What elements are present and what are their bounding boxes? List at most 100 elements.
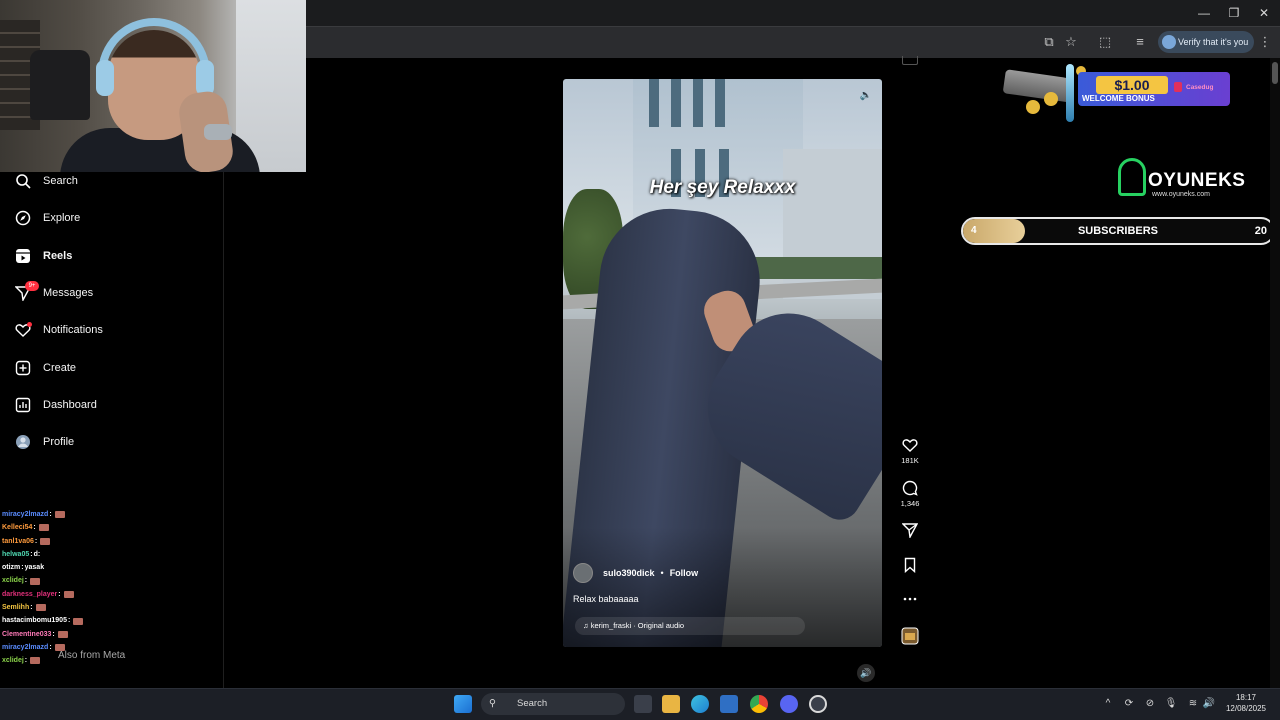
chat-username: miracy2lmazd — [2, 643, 49, 651]
sidebar-item-reels[interactable]: Reels — [14, 244, 72, 268]
speaker-icon[interactable]: 🔊 — [1202, 697, 1216, 711]
promo-brand: Casedug — [1186, 84, 1214, 91]
promo-banner: $1.00 WELCOME BONUS Casedug — [1002, 64, 1230, 122]
chat-separator: : — [49, 643, 52, 651]
casedug-logo-icon — [1174, 82, 1182, 92]
chat-separator: : — [24, 577, 28, 585]
file-explorer-icon[interactable] — [662, 695, 680, 713]
chat-emote-icon — [63, 590, 74, 598]
edge-icon[interactable] — [691, 695, 709, 713]
speaker-icon[interactable]: 🔈 — [859, 89, 873, 103]
chat-username: otizm — [2, 564, 21, 572]
taskbar-search-label: Search — [517, 698, 548, 709]
sidebar-item-label: Search — [43, 175, 78, 187]
wifi-icon[interactable]: ≋ — [1186, 697, 1200, 711]
more-options-button[interactable] — [898, 594, 922, 604]
discord-icon[interactable] — [780, 695, 798, 713]
store-icon[interactable] — [720, 695, 738, 713]
sidebar-item-messages[interactable]: 9+ Messages — [14, 281, 93, 305]
windows-start-icon[interactable] — [454, 695, 472, 713]
previous-reel-edge — [902, 56, 918, 65]
sidebar-item-explore[interactable]: Explore — [14, 206, 80, 230]
verify-identity-button[interactable]: Verify that it's you — [1158, 31, 1254, 53]
search-icon: ⚲ — [489, 698, 496, 709]
bonus-label: WELCOME BONUS — [1082, 94, 1155, 103]
audio-thumbnail[interactable] — [898, 627, 922, 645]
tray-expand-icon[interactable]: ^ — [1101, 697, 1115, 711]
chat-separator: : — [33, 524, 36, 532]
author-avatar[interactable] — [573, 563, 593, 583]
music-note-icon: ♫ — [583, 621, 591, 630]
chat-username: xclidej — [2, 657, 24, 665]
browser-menu-icon[interactable]: ⋮ — [1256, 33, 1274, 51]
share-button[interactable] — [898, 522, 922, 538]
sidebar-item-notifications[interactable]: Notifications — [14, 318, 103, 342]
chat-username: Kelleci54 — [2, 524, 33, 532]
install-app-icon[interactable]: ⧉ — [1040, 33, 1058, 51]
like-button[interactable]: 181K — [898, 437, 922, 465]
chat-emote-icon — [54, 511, 65, 519]
follow-button[interactable]: Follow — [670, 568, 699, 578]
sidebar-item-search[interactable]: Search — [14, 169, 78, 193]
scrollbar-thumb[interactable] — [1272, 62, 1278, 84]
sidebar-item-label: Messages — [43, 287, 94, 299]
coin-graphic — [1044, 92, 1058, 106]
reels-icon — [14, 247, 32, 265]
taskbar-search[interactable]: ⚲ Search — [481, 693, 625, 715]
avatar-icon — [14, 433, 32, 451]
tray-sync-icon[interactable]: ⟳ — [1122, 697, 1136, 711]
reel-overlay-text: Her şey Relaxxx — [649, 177, 796, 198]
task-view-icon[interactable] — [634, 695, 652, 713]
reel-audio-link[interactable]: ♫ kerim_fraski · Original audio — [575, 617, 805, 635]
tray-muted-icon[interactable]: ⊘ — [1143, 697, 1157, 711]
author-username[interactable]: sulo390dick — [603, 568, 655, 578]
comment-button[interactable]: 1,346 — [898, 480, 922, 508]
tray-mic-icon[interactable]: 🎙 — [1164, 697, 1178, 711]
chat-message: tanl1va06 : — [2, 535, 202, 548]
messenger-icon: 9+ — [14, 281, 39, 302]
close-button[interactable]: ✕ — [1254, 4, 1274, 22]
minimize-button[interactable]: — — [1194, 4, 1214, 22]
chat-emote-icon — [73, 617, 84, 625]
sidebar-item-create[interactable]: Create — [14, 356, 76, 380]
webcam-earcup-left — [96, 60, 114, 96]
unread-badge: 9+ — [25, 281, 39, 291]
webcam-overlay — [0, 0, 306, 172]
chat-separator: : — [58, 590, 61, 598]
media-controls-icon[interactable]: ≡ — [1131, 33, 1149, 51]
chat-message: xclidej : — [2, 574, 202, 587]
reel-video[interactable]: Her şey Relaxxx 🔈 sulo390dick • Follow R… — [563, 79, 882, 647]
chat-message: darkness_player : — [2, 588, 202, 601]
chart-icon — [14, 396, 32, 414]
taskbar-clock[interactable]: 18:17 12/08/2025 — [1222, 692, 1270, 714]
chat-emote-icon — [38, 524, 49, 532]
chat-message: Clementine033 : — [2, 628, 202, 641]
chat-username: darkness_player — [2, 590, 58, 598]
webcam-watch — [204, 124, 232, 140]
sidebar-item-dashboard[interactable]: Dashboard — [14, 393, 97, 417]
sponsor-url: www.oyuneks.com — [1152, 191, 1210, 198]
chat-emote-icon — [54, 644, 65, 652]
chat-message: otizm : yasak — [2, 561, 202, 574]
extensions-icon[interactable]: ⬚ — [1096, 33, 1114, 51]
chrome-icon[interactable] — [750, 695, 768, 713]
chat-separator: : — [30, 604, 33, 612]
chat-emote-icon — [57, 630, 68, 638]
volume-icon[interactable]: 🔊 — [857, 664, 875, 682]
bonus-amount: $1.00 — [1096, 76, 1168, 94]
mascot-icon — [1118, 158, 1146, 196]
more-dots-icon — [903, 597, 917, 601]
save-button[interactable] — [898, 557, 922, 573]
bookmark-star-icon[interactable]: ☆ — [1062, 33, 1080, 51]
maximize-button[interactable]: ❐ — [1224, 4, 1244, 22]
chat-username: Clementine033 — [2, 630, 52, 638]
page-scrollbar[interactable] — [1270, 58, 1280, 688]
sidebar-item-label: Reels — [43, 250, 73, 262]
comment-icon — [902, 480, 918, 496]
chat-separator: : — [21, 564, 24, 572]
app-icon[interactable] — [809, 695, 827, 713]
sidebar-item-label: Profile — [43, 436, 75, 448]
subscriber-goal-bar: 4 SUBSCRIBERS 20 — [961, 217, 1275, 245]
webcam-headphone — [98, 18, 210, 88]
sidebar-item-profile[interactable]: Profile — [14, 430, 74, 454]
